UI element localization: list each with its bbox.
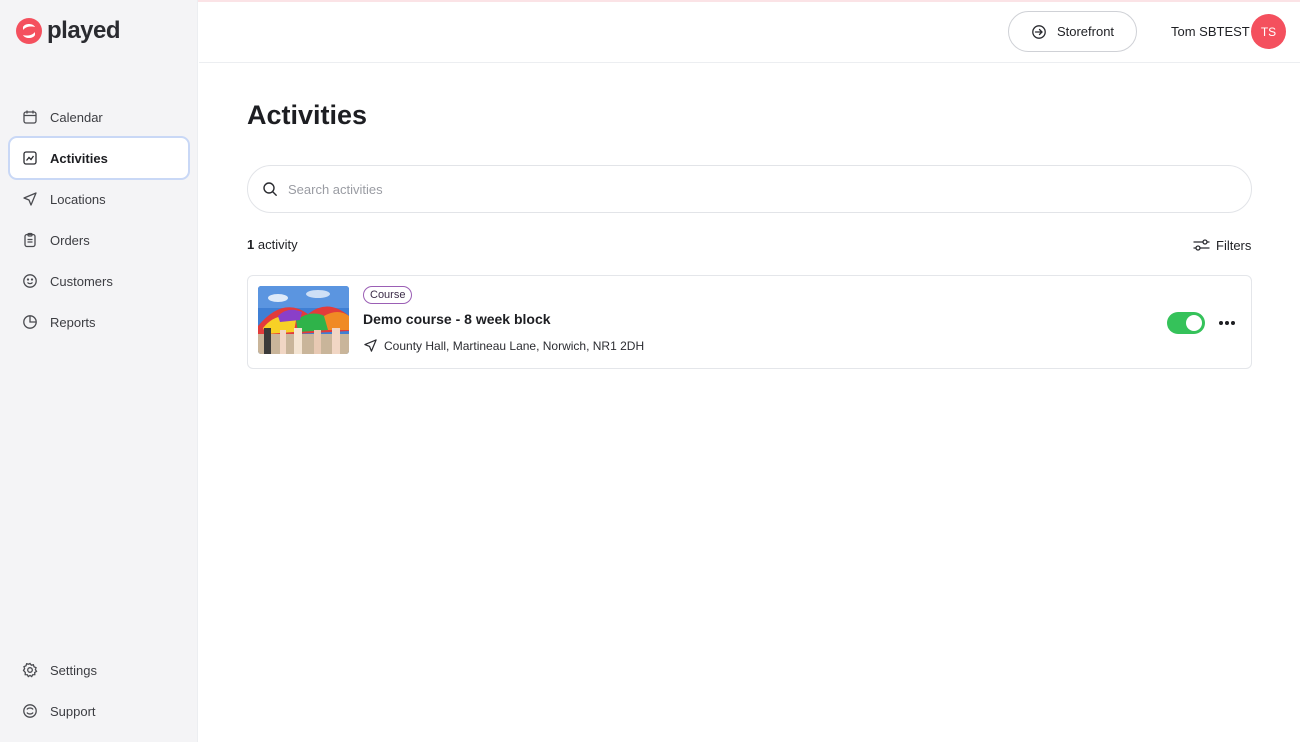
sidebar-item-customers[interactable]: Customers [8, 259, 190, 303]
sidebar-item-label: Settings [50, 662, 97, 678]
sidebar-item-locations[interactable]: Locations [8, 177, 190, 221]
activity-type-badge: Course [363, 286, 413, 304]
chart-line-icon [23, 151, 37, 165]
sidebar: played Calendar Activities Locations Ord… [0, 0, 198, 742]
sidebar-item-label: Orders [50, 232, 90, 248]
activity-card[interactable]: Course Demo course - 8 week block County… [247, 275, 1252, 369]
avatar[interactable]: TS [1251, 14, 1286, 49]
sidebar-item-reports[interactable]: Reports [8, 300, 190, 344]
activity-enabled-toggle[interactable] [1167, 312, 1205, 334]
calendar-icon [23, 110, 37, 124]
toggle-knob [1186, 315, 1202, 331]
activity-count-label: activity [254, 237, 298, 252]
sidebar-item-calendar[interactable]: Calendar [8, 95, 190, 139]
sign-in-icon [1032, 24, 1046, 39]
brand-name: played [47, 17, 121, 44]
storefront-button[interactable]: Storefront [1008, 11, 1137, 52]
activity-location: County Hall, Martineau Lane, Norwich, NR… [363, 338, 644, 353]
activity-title[interactable]: Demo course - 8 week block [363, 311, 551, 327]
search-input[interactable] [288, 181, 1188, 197]
search-box[interactable] [247, 165, 1252, 213]
dot-icon [1225, 321, 1229, 325]
user-name[interactable]: Tom SBTEST [1171, 24, 1250, 39]
sidebar-item-settings[interactable]: Settings [8, 648, 190, 692]
sidebar-item-activities[interactable]: Activities [8, 136, 190, 180]
sidebar-item-orders[interactable]: Orders [8, 218, 190, 262]
navigation-icon [364, 339, 377, 352]
page-title: Activities [247, 100, 368, 130]
activity-location-text: County Hall, Martineau Lane, Norwich, NR… [384, 338, 645, 353]
activity-thumbnail [258, 286, 349, 354]
brand-logo[interactable]: played [15, 17, 121, 45]
sidebar-item-label: Reports [50, 314, 96, 330]
filters-label: Filters [1216, 237, 1252, 253]
dot-icon [1219, 321, 1223, 325]
smile-icon [23, 274, 37, 288]
played-logo-icon [16, 18, 42, 44]
support-icon [23, 704, 37, 718]
more-options-button[interactable] [1215, 312, 1239, 334]
clipboard-icon [24, 232, 36, 248]
filters-button[interactable]: Filters [1193, 237, 1251, 253]
dot-icon [1231, 321, 1235, 325]
gear-icon [22, 662, 38, 678]
sidebar-item-label: Calendar [50, 109, 103, 125]
activity-count: 1 activity [247, 237, 298, 252]
sidebar-item-label: Support [50, 703, 96, 719]
pie-chart-icon [23, 315, 37, 329]
sidebar-item-label: Activities [50, 150, 108, 166]
sliders-icon [1193, 239, 1210, 251]
sidebar-item-label: Locations [50, 191, 106, 207]
navigation-icon [23, 192, 37, 206]
sidebar-nav: Calendar Activities Locations Orders Cus… [8, 95, 190, 341]
top-bar: Storefront Tom SBTEST TS [199, 2, 1300, 63]
sidebar-bottom-nav: Settings Support [8, 648, 190, 730]
search-icon [263, 182, 277, 196]
sidebar-item-support[interactable]: Support [8, 689, 190, 733]
storefront-label: Storefront [1056, 24, 1115, 39]
sidebar-item-label: Customers [50, 273, 113, 289]
activity-image [258, 286, 349, 354]
